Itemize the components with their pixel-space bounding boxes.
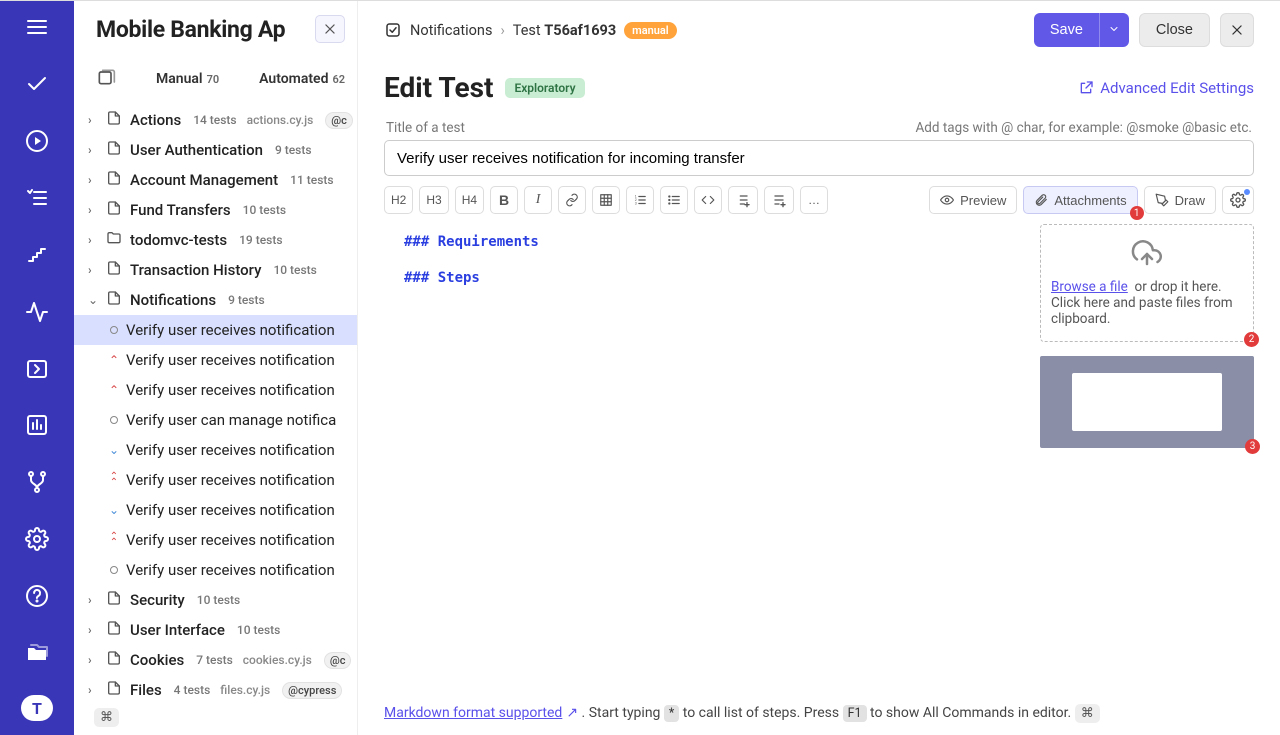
suite-row[interactable]: ›User Authentication9 tests xyxy=(74,135,357,165)
ol-button[interactable]: 123 xyxy=(626,186,654,214)
test-icon xyxy=(384,21,402,39)
menu-icon[interactable] xyxy=(19,13,55,42)
test-title-input[interactable] xyxy=(384,140,1254,176)
test-row[interactable]: ⌃⌃Verify user receives notification xyxy=(74,465,357,495)
h3-button[interactable]: H3 xyxy=(419,186,448,214)
manual-badge: manual xyxy=(624,22,677,39)
markdown-link[interactable]: Markdown format supported xyxy=(384,705,562,721)
test-row[interactable]: ⌃Verify user receives notification xyxy=(74,345,357,375)
main-panel: Notifications › Test T56af1693 manual Sa… xyxy=(358,1,1280,735)
test-tree[interactable]: ›Actions14 testsactions.cy.js@c›User Aut… xyxy=(74,105,357,735)
attachment-thumbnail[interactable]: 3 xyxy=(1040,356,1254,448)
attachments-count-badge: 1 xyxy=(1130,206,1144,220)
breadcrumb: Notifications › Test T56af1693 manual xyxy=(384,21,677,39)
test-row[interactable]: Verify user receives notification xyxy=(74,315,357,345)
panel-close-button[interactable] xyxy=(1220,13,1254,47)
exploratory-badge: Exploratory xyxy=(505,78,584,98)
attachments-panel: Browse a file or drop it here. Click her… xyxy=(1040,224,1254,688)
suite-row[interactable]: ›Security10 tests xyxy=(74,585,357,615)
suite-row[interactable]: ›Account Management11 tests xyxy=(74,165,357,195)
command-key-hint: ⌘ xyxy=(94,708,119,727)
suite-row[interactable]: ›Cookies7 testscookies.cy.js@c xyxy=(74,645,357,675)
test-row[interactable]: ⌃⌃Verify user receives notification xyxy=(74,525,357,555)
breadcrumb-suite[interactable]: Notifications xyxy=(410,22,492,39)
layers-icon[interactable] xyxy=(96,67,116,91)
suite-row[interactable]: ›User Interface10 tests xyxy=(74,615,357,645)
tab-automated[interactable]: Automated62 xyxy=(259,71,345,87)
ul-button[interactable] xyxy=(660,186,688,214)
advanced-settings-link[interactable]: Advanced Edit Settings xyxy=(1078,79,1254,97)
upload-icon xyxy=(1051,239,1243,273)
play-icon[interactable] xyxy=(19,127,55,156)
folders-icon[interactable] xyxy=(19,638,55,667)
app-logo[interactable]: T xyxy=(21,695,53,721)
markdown-editor[interactable]: ### Requirements ### Steps xyxy=(384,224,1022,688)
steps-icon[interactable] xyxy=(19,240,55,269)
test-row[interactable]: ⌄Verify user receives notification xyxy=(74,495,357,525)
tab-manual[interactable]: Manual70 xyxy=(156,71,219,87)
close-button[interactable]: Close xyxy=(1139,13,1210,47)
suite-row[interactable]: ›Files4 testsfiles.cy.js@cypress xyxy=(74,675,357,705)
editor-footer: Markdown format supported↗ . Start typin… xyxy=(358,688,1280,735)
check-icon[interactable] xyxy=(19,70,55,99)
more-button[interactable]: … xyxy=(800,186,828,214)
sidebar: Mobile Banking Ap Manual70 Automated62 ›… xyxy=(74,1,358,735)
project-title: Mobile Banking Ap xyxy=(96,16,315,43)
settings-indicator xyxy=(1244,189,1250,195)
code-button[interactable] xyxy=(694,186,722,214)
pulse-icon[interactable] xyxy=(19,297,55,326)
browse-file-link[interactable]: Browse a file xyxy=(1051,279,1128,295)
test-row[interactable]: Verify user receives notification xyxy=(74,555,357,585)
file-dropzone[interactable]: Browse a file or drop it here. Click her… xyxy=(1040,224,1254,342)
test-row[interactable]: Verify user can manage notifica xyxy=(74,405,357,435)
ul-add-button[interactable] xyxy=(764,186,794,214)
chart-icon[interactable] xyxy=(19,411,55,440)
nav-rail: T xyxy=(0,1,74,735)
help-icon[interactable] xyxy=(19,582,55,611)
draw-button[interactable]: Draw xyxy=(1144,186,1216,214)
save-dropdown-button[interactable] xyxy=(1099,13,1129,47)
title-label: Title of a test xyxy=(386,120,465,136)
suite-row[interactable]: ⌄Notifications9 tests xyxy=(74,285,357,315)
command-key-hint: ⌘ xyxy=(1075,704,1100,723)
save-button[interactable]: Save xyxy=(1034,13,1099,47)
h2-button[interactable]: H2 xyxy=(384,186,413,214)
preview-button[interactable]: Preview xyxy=(929,186,1017,214)
page-title: Edit Test xyxy=(384,71,493,104)
sidebar-close-button[interactable] xyxy=(315,15,345,43)
link-button[interactable] xyxy=(558,186,586,214)
suite-row[interactable]: ›todomvc-tests19 tests xyxy=(74,225,357,255)
checklist-icon[interactable] xyxy=(19,184,55,213)
tags-hint: Add tags with @ char, for example: @smok… xyxy=(915,120,1252,136)
italic-button[interactable]: I xyxy=(524,186,552,214)
suite-row[interactable]: ›Actions14 testsactions.cy.js@c xyxy=(74,105,357,135)
svg-text:3: 3 xyxy=(635,202,637,206)
ol-add-button[interactable] xyxy=(728,186,758,214)
import-icon[interactable] xyxy=(19,354,55,383)
editor-toolbar: H2 H3 H4 B I 123 … Preview Attachments 1… xyxy=(358,176,1280,224)
test-row[interactable]: ⌃Verify user receives notification xyxy=(74,375,357,405)
thumb-badge: 3 xyxy=(1245,439,1260,454)
attachments-button[interactable]: Attachments xyxy=(1023,186,1137,214)
suite-row[interactable]: ›Transaction History10 tests xyxy=(74,255,357,285)
branch-icon[interactable] xyxy=(19,468,55,497)
settings-icon[interactable] xyxy=(19,525,55,554)
table-button[interactable] xyxy=(592,186,620,214)
dropzone-badge: 2 xyxy=(1244,332,1259,347)
test-row[interactable]: ⌄Verify user receives notification xyxy=(74,435,357,465)
suite-row[interactable]: ›Fund Transfers10 tests xyxy=(74,195,357,225)
bold-button[interactable]: B xyxy=(490,186,518,214)
h4-button[interactable]: H4 xyxy=(455,186,484,214)
